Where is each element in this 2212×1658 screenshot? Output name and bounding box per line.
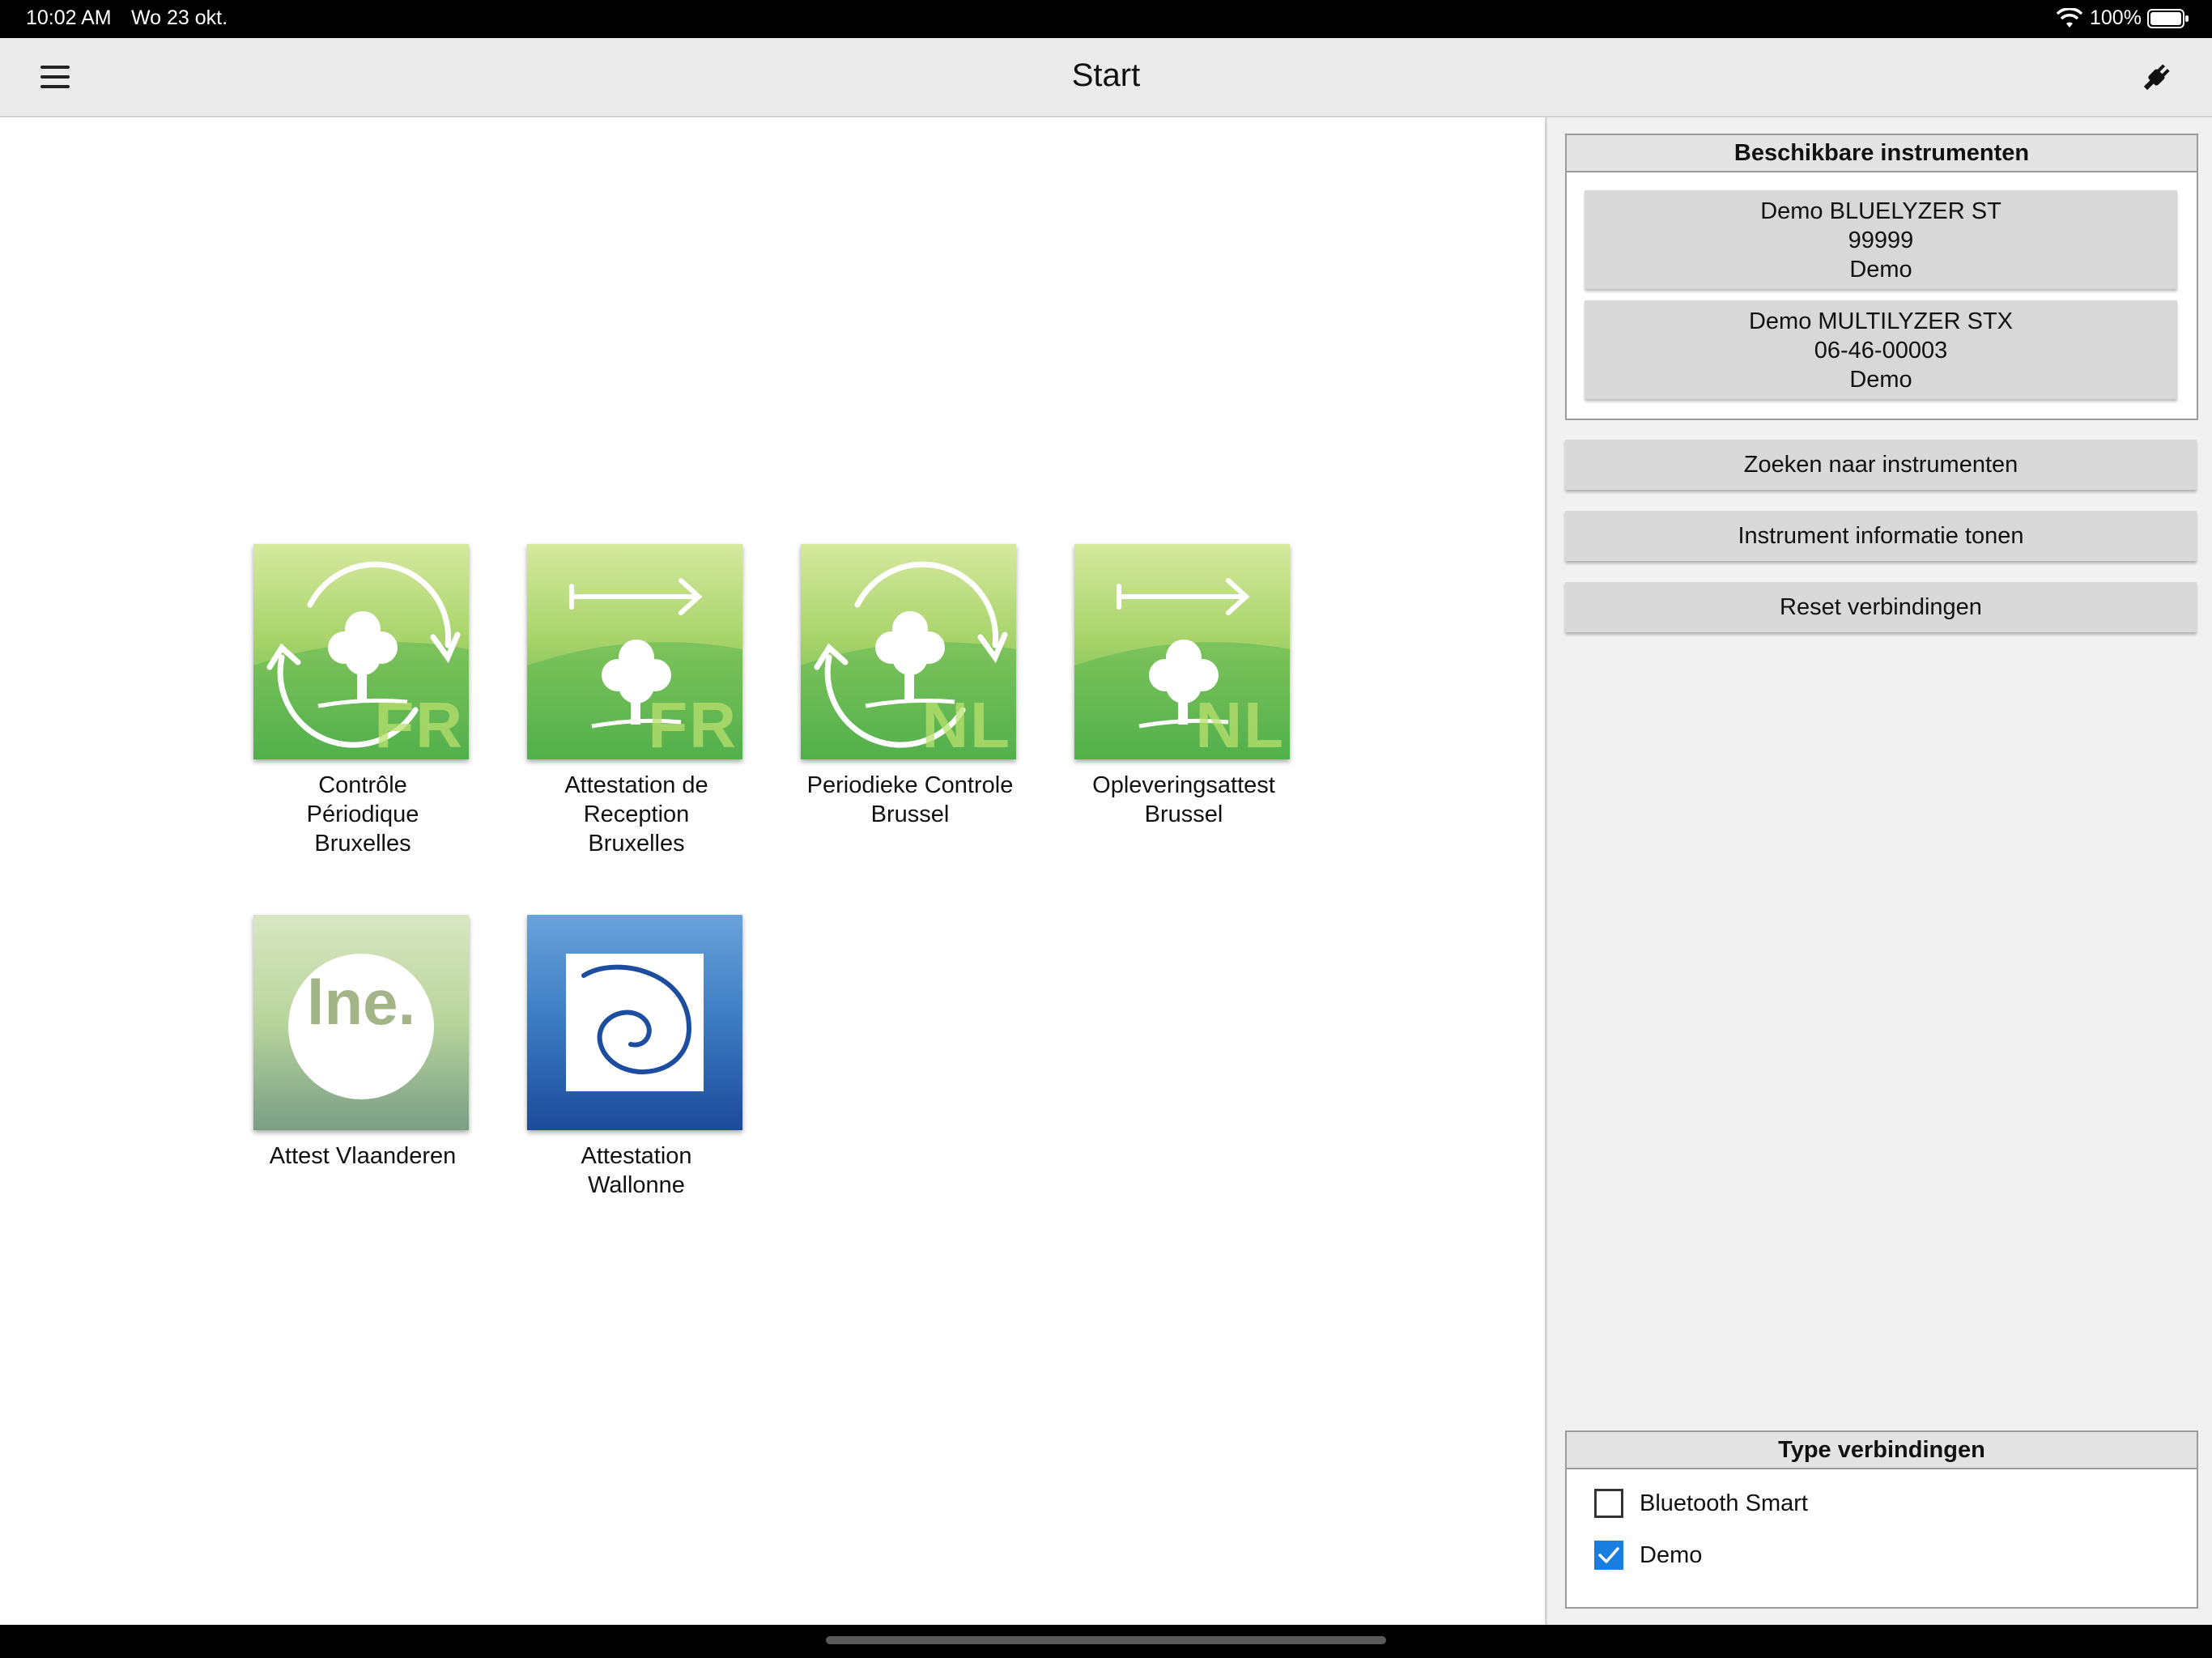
nav-bar: Start <box>0 38 2212 117</box>
page-title: Start <box>1071 57 1141 93</box>
lang-tag: NL <box>1195 689 1285 759</box>
instrument-type: Demo <box>1849 257 1912 283</box>
status-bar: 10:02 AM Wo 23 okt. 100% <box>0 0 2212 38</box>
lang-tag: FR <box>648 689 738 759</box>
home-bar <box>0 1625 2212 1658</box>
battery-icon <box>2147 9 2189 28</box>
checkmark-icon <box>1598 1547 1619 1563</box>
tile-label: Opleveringsattest Brussel <box>1092 772 1275 827</box>
instrument-name: Demo BLUELYZER ST <box>1760 198 2001 224</box>
connection-label: Demo <box>1640 1542 1703 1568</box>
tile-lang-overlay: FR <box>253 544 469 759</box>
tile-lang-overlay: NL <box>1074 544 1290 759</box>
battery-percent: 100% <box>2090 6 2142 29</box>
instrument-item[interactable]: Demo BLUELYZER ST 99999 Demo <box>1585 190 2177 289</box>
tile-label: Periodieke Controle Brussel <box>806 772 1014 827</box>
instrument-info-button[interactable]: Instrument informatie tonen <box>1565 511 2197 561</box>
bluetooth-smart-checkbox[interactable] <box>1594 1489 1623 1518</box>
connection-label: Bluetooth Smart <box>1640 1490 1808 1516</box>
main-content: FR Contrôle Périodique Bruxelles FR Atte… <box>0 117 1545 1625</box>
reset-connections-button[interactable]: Reset verbindingen <box>1565 582 2197 632</box>
plug-icon[interactable] <box>2138 61 2173 96</box>
tile-label: Attestation de Reception Bruxelles <box>564 772 708 857</box>
home-indicator[interactable] <box>826 1636 1386 1644</box>
instruments-header: Beschikbare instrumenten <box>1567 135 2197 172</box>
status-time: 10:02 AM <box>26 6 112 29</box>
search-instruments-button[interactable]: Zoeken naar instrumenten <box>1565 440 2197 490</box>
tile-lang-overlay: FR <box>527 544 742 759</box>
connection-types-header: Type verbindingen <box>1567 1432 2197 1469</box>
connection-types-group: Type verbindingen Bluetooth Smart Demo <box>1565 1431 2198 1609</box>
demo-checkbox[interactable] <box>1594 1541 1623 1570</box>
instrument-name: Demo MULTILYZER STX <box>1748 308 2014 334</box>
instrument-serial: 99999 <box>1848 227 1914 253</box>
lang-tag: FR <box>374 689 464 759</box>
tile-lang-overlay: NL <box>801 544 1016 759</box>
instrument-type: Demo <box>1849 367 1912 393</box>
wifi-icon <box>2057 8 2082 28</box>
tile-label: Attestation Wallonne <box>581 1143 692 1198</box>
instruments-group: Beschikbare instrumenten Demo BLUELYZER … <box>1565 134 2198 420</box>
lne-logo-text: lne. <box>307 967 415 1038</box>
instrument-item[interactable]: Demo MULTILYZER STX 06-46-00003 Demo <box>1585 300 2177 399</box>
tile-label: Contrôle Périodique Bruxelles <box>306 772 419 857</box>
status-date: Wo 23 okt. <box>131 6 228 29</box>
right-panel: Beschikbare instrumenten Demo BLUELYZER … <box>1545 117 2212 1625</box>
tile-label: Attest Vlaanderen <box>269 1143 457 1169</box>
lne-logo-icon: lne. <box>253 915 469 1130</box>
instrument-serial: 06-46-00003 <box>1814 338 1948 363</box>
spiral-logo-icon <box>527 915 742 1130</box>
lang-tag: NL <box>921 689 1011 759</box>
